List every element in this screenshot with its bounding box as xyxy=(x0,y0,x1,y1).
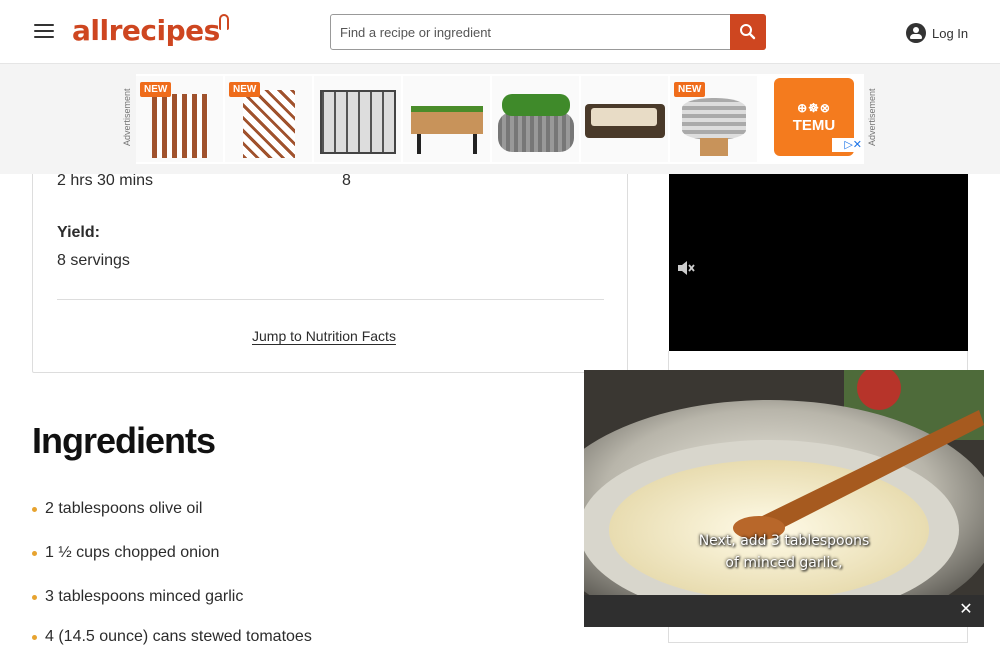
adchoices-close-icon[interactable]: ▷✕ xyxy=(832,138,862,152)
ad-label-right: Advertisement xyxy=(867,88,877,146)
ad-product-trellis[interactable]: NEW xyxy=(225,76,312,162)
allrecipes-logo[interactable]: allrecipes xyxy=(72,14,229,47)
ad-label-left: Advertisement xyxy=(122,88,132,146)
bed-leg xyxy=(473,134,477,154)
video-caption: Next, add 3 tablespoons of minced garlic… xyxy=(584,530,984,574)
bullet-icon xyxy=(32,634,37,640)
ingredient-text: 3 tablespoons minced garlic xyxy=(45,588,244,605)
floating-video-player[interactable]: Next, add 3 tablespoons of minced garlic… xyxy=(584,370,984,595)
search-button[interactable] xyxy=(730,14,766,50)
video-control-bar xyxy=(584,595,984,627)
ingredient-item: 2 tablespoons olive oil xyxy=(32,500,202,518)
search-bar xyxy=(330,14,766,50)
servings-value: 8 xyxy=(342,172,351,189)
yield-value: 8 servings xyxy=(57,252,130,269)
caption-line-2: of minced garlic, xyxy=(725,555,843,571)
bed-leg xyxy=(417,134,421,154)
cushion xyxy=(591,108,657,126)
search-icon xyxy=(740,24,756,40)
site-header: allrecipes Log In xyxy=(0,0,1000,64)
planter-image xyxy=(152,94,208,158)
ad-product-metal-bed[interactable] xyxy=(492,76,579,162)
ad-product-daybed[interactable] xyxy=(581,76,668,162)
ad-banner: Advertisement Advertisement NEW NEW NEW … xyxy=(0,64,1000,174)
bullet-icon xyxy=(32,506,37,512)
ingredient-item: 3 tablespoons minced garlic xyxy=(32,588,243,606)
new-badge: NEW xyxy=(140,82,172,97)
ad-creative[interactable]: NEW NEW NEW ⊕☸⊗ TEMU xyxy=(136,74,864,164)
ad-product-coop[interactable] xyxy=(314,76,401,162)
ad-product-raised-bed[interactable] xyxy=(403,76,490,162)
new-badge: NEW xyxy=(674,82,706,97)
temu-wordmark: TEMU xyxy=(792,116,836,134)
mute-icon[interactable] xyxy=(677,260,695,276)
ingredient-text: 2 tablespoons olive oil xyxy=(45,500,203,517)
account-icon xyxy=(906,23,926,43)
caption-line-1: Next, add 3 tablespoons xyxy=(698,533,870,549)
sidebar-video-ad[interactable] xyxy=(669,174,968,351)
raised-bed-image xyxy=(411,106,483,134)
ingredient-item: 4 (14.5 ounce) cans stewed tomatoes xyxy=(32,628,312,646)
total-time-value: 2 hrs 30 mins xyxy=(57,172,154,189)
ingredients-heading: Ingredients xyxy=(32,420,216,461)
close-icon[interactable]: ✕ xyxy=(957,601,975,619)
ingredient-item: 1 ½ cups chopped onion xyxy=(32,544,219,562)
ad-product-planter[interactable]: NEW xyxy=(136,76,223,162)
metal-bed-image xyxy=(498,112,574,152)
tank-image xyxy=(682,98,746,140)
chef-hat-icon xyxy=(218,14,229,30)
jump-to-nutrition-link[interactable]: Jump to Nutrition Facts xyxy=(252,328,396,344)
search-input[interactable] xyxy=(331,15,731,49)
yield-label: Yield: xyxy=(57,224,100,241)
bullet-icon xyxy=(32,550,37,556)
ingredient-text: 4 (14.5 ounce) cans stewed tomatoes xyxy=(45,628,312,645)
plants xyxy=(502,94,570,116)
trellis-image xyxy=(243,90,295,158)
divider xyxy=(57,299,604,300)
new-badge: NEW xyxy=(229,82,261,97)
logo-text: allrecipes xyxy=(72,14,220,47)
login-button[interactable]: Log In xyxy=(906,22,968,44)
coop-image xyxy=(320,90,396,154)
bullet-icon xyxy=(32,594,37,600)
ad-product-tank[interactable]: NEW xyxy=(670,76,757,162)
menu-icon[interactable] xyxy=(30,20,58,44)
temu-icons: ⊕☸⊗ xyxy=(797,100,831,115)
login-label: Log In xyxy=(932,25,969,41)
tank-stand xyxy=(700,138,728,156)
ingredient-text: 1 ½ cups chopped onion xyxy=(45,544,220,561)
